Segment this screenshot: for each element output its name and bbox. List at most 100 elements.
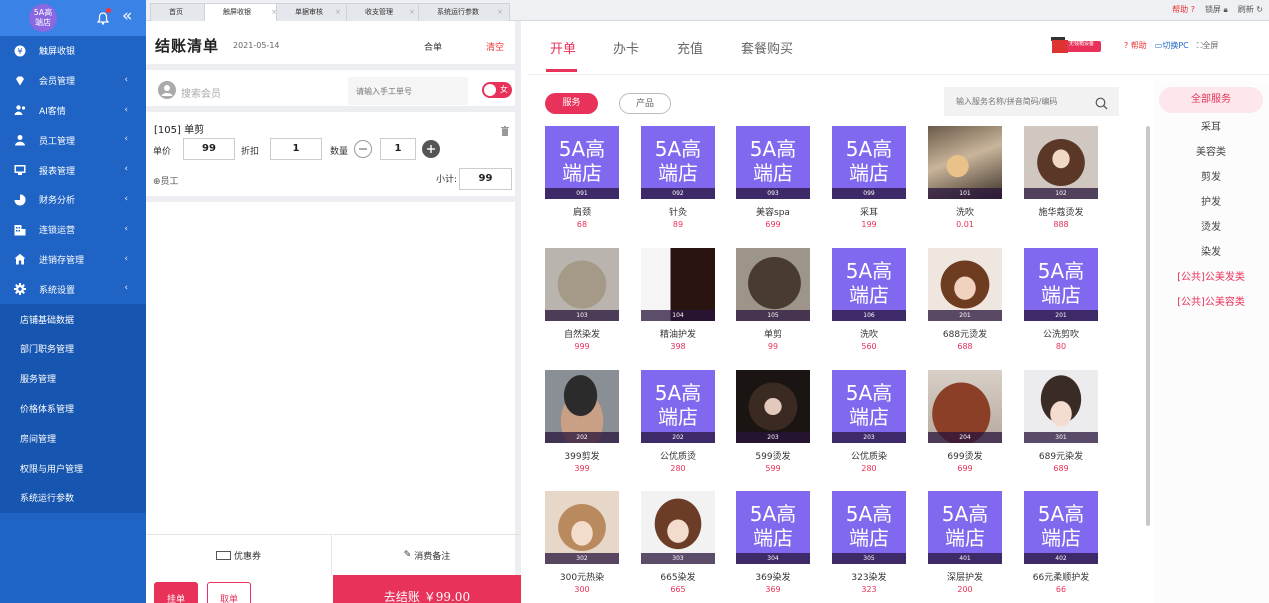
- service-card[interactable]: 303 665染发 665: [641, 491, 715, 599]
- category-item-3[interactable]: 剪发: [1153, 165, 1269, 190]
- trash-icon[interactable]: [501, 121, 509, 136]
- service-placeholder-image: 5A高 端店 304: [736, 491, 810, 564]
- tab-home[interactable]: 首页: [150, 3, 206, 21]
- service-card[interactable]: 202 399剪发 399: [545, 370, 619, 478]
- service-card[interactable]: 103 自然染发 999: [545, 248, 619, 356]
- cashbox-icon[interactable]: 无钱箱设备: [1051, 37, 1104, 55]
- category-item-1[interactable]: 采耳: [1153, 115, 1269, 140]
- service-card[interactable]: 5A高 端店 106 洗吹 560: [832, 248, 906, 356]
- hold-order-button[interactable]: 挂单: [154, 582, 198, 603]
- category-item-4[interactable]: 护发: [1153, 190, 1269, 215]
- submenu-item-5[interactable]: 权限与用户管理: [0, 453, 146, 483]
- search-icon[interactable]: [1095, 95, 1108, 110]
- refresh-button[interactable]: 刷新 ↻: [1238, 4, 1263, 15]
- sidebar-item-7[interactable]: 进销存管理 ‹: [0, 245, 146, 275]
- switch-pc-button[interactable]: ▭切换PC: [1155, 40, 1189, 51]
- close-tab-icon[interactable]: ×: [335, 4, 341, 20]
- lock-screen-button[interactable]: 锁屏 🔒︎: [1205, 4, 1228, 15]
- category-item-6[interactable]: 染发: [1153, 240, 1269, 265]
- service-card[interactable]: 105 单剪 99: [736, 248, 810, 356]
- submenu-item-6[interactable]: 系统运行参数: [0, 483, 146, 513]
- service-card[interactable]: 5A高 端店 092 针灸 89: [641, 126, 715, 234]
- subtotal-value[interactable]: 99: [459, 168, 512, 190]
- submenu-item-1[interactable]: 部门职务管理: [0, 334, 146, 364]
- help-link[interactable]: 帮助 ?: [1172, 4, 1195, 15]
- submenu-item-2[interactable]: 服务管理: [0, 364, 146, 394]
- sidebar-item-8[interactable]: 系统设置 ‹: [0, 274, 146, 304]
- service-card[interactable]: 5A高 端店 091 肩颈 68: [545, 126, 619, 234]
- category-item-7[interactable]: [公共]公美发类: [1153, 265, 1269, 290]
- sidebar-item-4[interactable]: 报表管理 ‹: [0, 155, 146, 185]
- service-card[interactable]: 201 688元烫发 688: [928, 248, 1002, 356]
- tab-recharge[interactable]: 充值: [677, 38, 703, 57]
- merge-order-button[interactable]: 合单: [424, 40, 442, 53]
- service-card[interactable]: 5A高 端店 304 369染发 369: [736, 491, 810, 599]
- category-item-5[interactable]: 烫发: [1153, 215, 1269, 240]
- sidebar-item-0[interactable]: ¥ 触屏收银: [0, 36, 146, 66]
- service-card[interactable]: 5A高 端店 203 公优质染 280: [832, 370, 906, 478]
- close-tab-icon[interactable]: ×: [409, 4, 415, 20]
- service-card[interactable]: 5A高 端店 093 美容spa 699: [736, 126, 810, 234]
- category-item-2[interactable]: 美容类: [1153, 140, 1269, 165]
- gender-toggle[interactable]: 女: [482, 82, 512, 98]
- service-card[interactable]: 5A高 端店 202 公优质烫 280: [641, 370, 715, 478]
- member-search-input[interactable]: 搜索会员: [181, 85, 221, 100]
- tab-label: 触屏收银: [223, 8, 251, 16]
- collapse-sidebar-icon[interactable]: «: [122, 7, 132, 25]
- service-card[interactable]: 5A高 端店 401 深层护发 200: [928, 491, 1002, 599]
- main-help-button[interactable]: ? 帮助: [1124, 40, 1147, 51]
- service-search-input[interactable]: [944, 87, 1119, 116]
- service-card[interactable]: 5A高 端店 402 66元柔顺护发 66: [1024, 491, 1098, 599]
- take-order-button[interactable]: 取单: [207, 582, 251, 603]
- tab-income-expense[interactable]: 收支管理 ×: [346, 3, 422, 21]
- tab-open-order[interactable]: 开单: [550, 38, 576, 57]
- tab-issue-card[interactable]: 办卡: [613, 38, 639, 57]
- tab-system-params[interactable]: 系统运行参数 ×: [418, 3, 510, 21]
- increase-qty-button[interactable]: [422, 140, 440, 158]
- filter-product[interactable]: 产品: [619, 93, 671, 114]
- service-card[interactable]: 203 599烫发 599: [736, 370, 810, 478]
- coupon-button[interactable]: 优惠券: [146, 534, 332, 575]
- service-card[interactable]: 5A高 端店 201 公洗剪吹 80: [1024, 248, 1098, 356]
- service-card[interactable]: 104 精油护发 398: [641, 248, 715, 356]
- quantity-input[interactable]: 1: [380, 138, 416, 160]
- sidebar-item-3[interactable]: 员工管理 ‹: [0, 125, 146, 155]
- service-card[interactable]: 5A高 端店 305 323染发 323: [832, 491, 906, 599]
- service-photo: 105: [736, 248, 810, 321]
- bell-icon[interactable]: [96, 8, 111, 25]
- tab-doc-review[interactable]: 单据审核 ×: [276, 3, 348, 21]
- service-card[interactable]: 101 洗吹 0.01: [928, 126, 1002, 234]
- submenu-item-3[interactable]: 价格体系管理: [0, 394, 146, 424]
- submenu-item-4[interactable]: 房间管理: [0, 423, 146, 453]
- filter-service[interactable]: 服务: [545, 93, 598, 114]
- sidebar-item-1[interactable]: 会员管理 ‹: [0, 66, 146, 96]
- service-card[interactable]: 102 施华蔻烫发 888: [1024, 126, 1098, 234]
- tab-touch-cashier[interactable]: 触屏收银 ×: [204, 3, 284, 21]
- tab-package-purchase[interactable]: 套餐购买: [741, 38, 793, 57]
- sidebar-item-6[interactable]: 连锁运营 ‹: [0, 215, 146, 245]
- sidebar-item-5[interactable]: 财务分析 ‹: [0, 185, 146, 215]
- category-item-8[interactable]: [公共]公美容类: [1153, 290, 1269, 315]
- service-card[interactable]: 5A高 端店 099 采耳 199: [832, 126, 906, 234]
- fullscreen-button[interactable]: ⛶全屏: [1197, 40, 1219, 51]
- add-staff-button[interactable]: ⊕员工: [153, 174, 179, 187]
- category-item-0[interactable]: 全部服务: [1159, 87, 1263, 113]
- service-card[interactable]: 301 689元染发 689: [1024, 370, 1098, 478]
- close-tab-icon[interactable]: ×: [497, 4, 503, 20]
- discount-input[interactable]: 1: [270, 138, 322, 160]
- checkout-button[interactable]: 去结账 ￥99.00: [333, 575, 521, 603]
- service-card[interactable]: 302 300元热染 300: [545, 491, 619, 599]
- remark-button[interactable]: ✎ 消费备注: [333, 534, 521, 575]
- service-card[interactable]: 204 699烫发 699: [928, 370, 1002, 478]
- manual-order-number-input[interactable]: [348, 77, 468, 105]
- decrease-qty-button[interactable]: [354, 140, 372, 158]
- grid-scrollbar[interactable]: [1146, 126, 1150, 526]
- submenu-item-0[interactable]: 店铺基础数据: [0, 304, 146, 334]
- gear-icon: [13, 283, 26, 296]
- clear-button[interactable]: 清空: [486, 40, 504, 53]
- unit-price-input[interactable]: 99: [183, 138, 235, 160]
- question-circle-icon: ?: [1124, 41, 1129, 50]
- service-code: 402: [1024, 553, 1098, 564]
- store-logo[interactable]: 5A高 端店: [29, 4, 57, 32]
- sidebar-item-2[interactable]: AI客情 ‹: [0, 96, 146, 126]
